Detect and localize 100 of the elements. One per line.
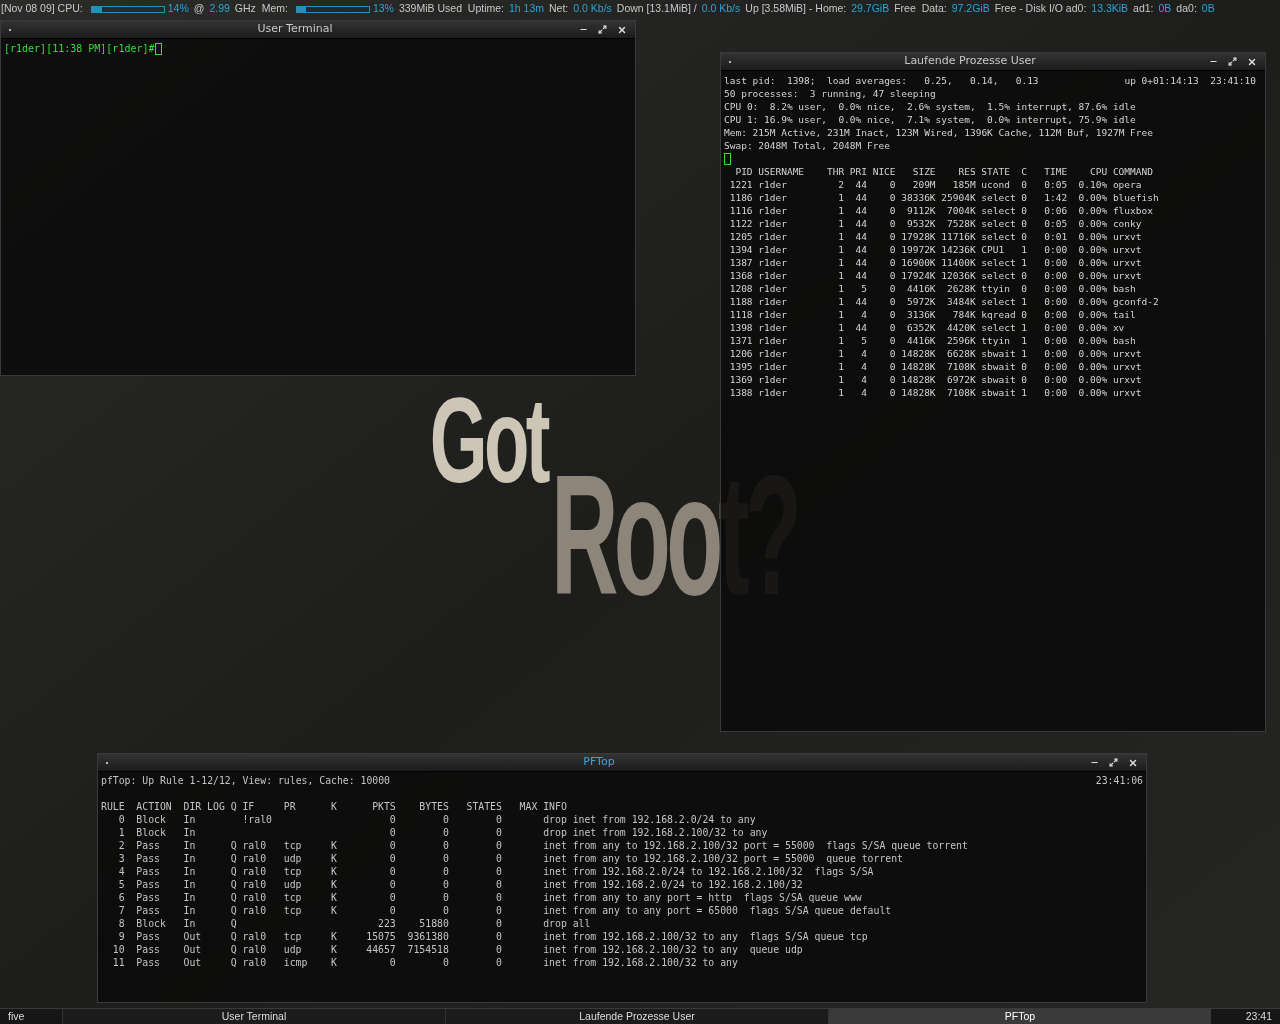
table-cell: 44 <box>855 244 867 255</box>
table-cell: r1der <box>758 335 787 346</box>
workspace-name[interactable]: five <box>0 1009 62 1024</box>
table-cell: Block <box>136 918 166 929</box>
pftop-status-line: pfTop: Up Rule 1-12/12, View: rules, Cache: 10000 <box>101 774 390 787</box>
close-icon[interactable] <box>617 24 627 35</box>
close-icon[interactable] <box>1128 757 1138 768</box>
maximize-icon[interactable] <box>598 25 607 34</box>
table-cell: 0 <box>442 827 449 838</box>
table-cell: 7004K <box>947 205 976 216</box>
column-header: K <box>330 801 337 812</box>
table-cell: 0.00% <box>1078 270 1108 281</box>
table-cell: 44 <box>855 296 867 307</box>
summary-line: 50 processes: 3 running, 47 sleeping <box>724 87 936 100</box>
table-cell: ral0 <box>242 957 267 968</box>
table-cell: sbwait <box>981 387 1016 398</box>
table-cell: 0:00 <box>1044 244 1068 255</box>
table-cell: 1 <box>838 348 845 359</box>
status-value: 14% <box>167 1 189 17</box>
table-cell: 185M <box>952 179 976 190</box>
table-cell: ral0 <box>242 905 267 916</box>
text-cursor <box>724 152 731 165</box>
table-cell: 7108K <box>947 361 976 372</box>
table-cell: K <box>330 853 337 864</box>
column-header: LOG <box>207 801 225 812</box>
column-header: RES <box>957 165 976 178</box>
table-cell: 1188 <box>729 296 753 307</box>
table-cell: 0 <box>1021 283 1028 294</box>
status-label: Up [3.58MiB] - Home: <box>745 1 847 17</box>
clock-text: 23:41:06 <box>1095 774 1143 787</box>
taskbar-button[interactable]: PFTop <box>828 1009 1211 1024</box>
status-label: GHz Mem: <box>234 1 288 17</box>
table-cell: tail <box>1112 309 1136 320</box>
table-cell: select <box>981 257 1016 268</box>
table-cell: gconfd-2 <box>1112 296 1159 307</box>
table-cell: 0 <box>442 840 449 851</box>
table-cell: 0 <box>889 231 896 242</box>
wallpaper-word: Root? <box>550 450 798 620</box>
status-value: 0.0 Kb/s <box>573 1 612 17</box>
window-titlebar[interactable]: User Terminal <box>1 21 635 39</box>
table-cell: K <box>330 944 337 955</box>
window-titlebar[interactable]: Laufende Prozesse User <box>721 53 1265 71</box>
table-cell: 0.00% <box>1078 283 1108 294</box>
table-cell: 1394 <box>729 244 753 255</box>
table-cell: 209M <box>912 179 936 190</box>
table-cell: sbwait <box>981 361 1016 372</box>
close-icon[interactable] <box>1247 56 1257 67</box>
table-cell: 0.00% <box>1078 244 1108 255</box>
taskbar-button[interactable]: Laufende Prozesse User <box>445 1009 828 1024</box>
table-cell: 1 <box>1021 244 1028 255</box>
table-cell: 10 <box>112 944 125 955</box>
table-cell: Q <box>230 918 237 929</box>
table-cell: 0 <box>496 931 502 942</box>
uptime-clock: up 0+01:14:13 23:41:10 <box>1124 74 1256 87</box>
table-cell: Pass <box>136 892 160 903</box>
table-cell: 11400K <box>941 257 976 268</box>
table-cell: 1186 <box>729 192 753 203</box>
table-cell: udp <box>283 944 302 955</box>
table-cell: 1 <box>838 335 845 346</box>
table-cell: 1 <box>118 827 125 838</box>
table-cell: 0 <box>389 892 396 903</box>
table-cell: 0 <box>389 840 396 851</box>
wallpaper-word: Got <box>429 380 547 500</box>
table-cell: r1der <box>758 257 787 268</box>
table-cell: 1368 <box>729 270 753 281</box>
table-cell: 0 <box>389 866 396 877</box>
table-cell: inet from any to 192.168.2.100/32 port = 55000 queue torrent <box>543 853 903 864</box>
table-cell: 4 <box>861 387 867 398</box>
maximize-icon[interactable] <box>1228 57 1237 66</box>
table-cell: 0 <box>389 814 396 825</box>
table-cell: 4 <box>861 309 867 320</box>
table-cell: inet from any to any port = http flags S/SA queue www <box>543 892 862 903</box>
status-value: 29.7GiB <box>851 1 890 17</box>
table-cell: select <box>981 205 1016 216</box>
table-cell: 0 <box>1021 270 1028 281</box>
table-cell: In <box>183 892 196 903</box>
table-cell: 1 <box>838 387 845 398</box>
table-cell: 6628K <box>947 348 976 359</box>
table-cell: 0:00 <box>1044 387 1068 398</box>
summary-line: CPU 1: 16.9% user, 0.0% nice, 7.1% system, 0.0% interrupt, 75.9% idle <box>724 113 1136 126</box>
table-cell: 1371 <box>729 335 753 346</box>
table-cell: K <box>330 905 337 916</box>
table-cell: conky <box>1112 218 1142 229</box>
table-cell: 1:42 <box>1044 192 1068 203</box>
table-cell: 44 <box>855 179 867 190</box>
table-cell: 3484K <box>947 296 976 307</box>
table-cell: 0 <box>496 853 502 864</box>
taskbar-button[interactable]: User Terminal <box>62 1009 445 1024</box>
table-cell: 0 <box>496 892 502 903</box>
table-cell: tcp <box>283 840 302 851</box>
table-cell: 6 <box>118 892 125 903</box>
table-cell: Q <box>230 905 237 916</box>
column-header: STATES <box>466 801 502 812</box>
status-value: 13.3KiB <box>1091 1 1129 17</box>
status-value: 97.2GiB <box>951 1 990 17</box>
window-titlebar[interactable]: PFTop <box>98 754 1146 772</box>
table-cell: 14828K <box>901 361 936 372</box>
table-cell: select <box>981 270 1016 281</box>
table-cell: 223 <box>378 918 396 929</box>
maximize-icon[interactable] <box>1109 758 1118 767</box>
